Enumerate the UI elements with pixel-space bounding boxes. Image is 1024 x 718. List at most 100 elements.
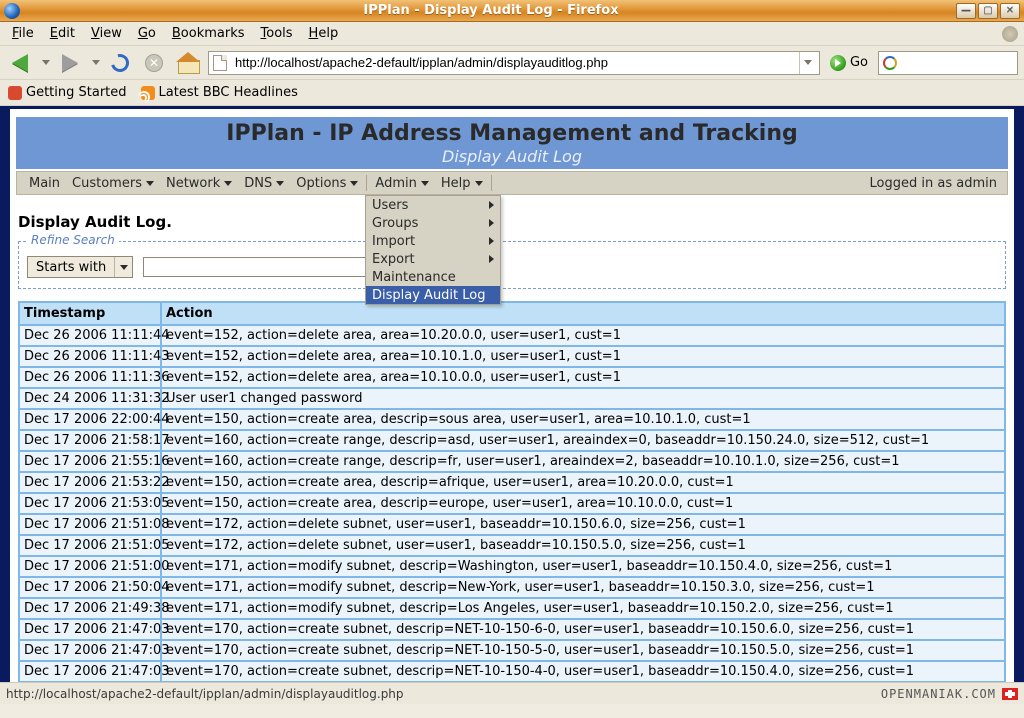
admin-dropdown-item[interactable]: Display Audit Log bbox=[366, 286, 500, 304]
appmenu-help[interactable]: Help bbox=[435, 176, 489, 191]
arrow-left-icon bbox=[12, 54, 28, 72]
table-row: Dec 26 2006 11:11:43event=152, action=de… bbox=[20, 345, 1004, 366]
refine-mode-select[interactable]: Starts with bbox=[27, 256, 133, 278]
table-row: Dec 17 2006 21:47:03event=170, action=cr… bbox=[20, 618, 1004, 639]
dropdown-item-label: Import bbox=[372, 234, 415, 249]
cell-timestamp: Dec 26 2006 11:11:44 bbox=[20, 326, 162, 345]
cell-action: event=170, action=create subnet, descrip… bbox=[162, 662, 1004, 681]
cell-action: event=150, action=create area, descrip=a… bbox=[162, 473, 1004, 492]
appmenu-dns[interactable]: DNS bbox=[238, 176, 290, 191]
cell-timestamp: Dec 17 2006 21:49:38 bbox=[20, 599, 162, 618]
admin-dropdown-item[interactable]: Import bbox=[366, 232, 500, 250]
chevron-down-icon bbox=[804, 60, 812, 65]
home-button[interactable] bbox=[174, 50, 202, 76]
page-viewport: IPPlan - IP Address Management and Track… bbox=[0, 106, 1024, 682]
cell-timestamp: Dec 17 2006 21:55:16 bbox=[20, 452, 162, 471]
cell-action: event=152, action=delete area, area=10.1… bbox=[162, 368, 1004, 387]
url-history-dropdown[interactable] bbox=[799, 52, 815, 74]
table-row: Dec 26 2006 11:11:44event=152, action=de… bbox=[20, 324, 1004, 345]
table-row: Dec 17 2006 21:47:03event=170, action=cr… bbox=[20, 639, 1004, 660]
admin-dropdown-item[interactable]: Groups bbox=[366, 214, 500, 232]
dropdown-item-label: Export bbox=[372, 252, 415, 267]
menu-go[interactable]: Go bbox=[132, 24, 162, 43]
menu-file[interactable]: File bbox=[6, 24, 40, 43]
table-row: Dec 17 2006 21:53:22event=150, action=cr… bbox=[20, 471, 1004, 492]
cell-action: event=171, action=modify subnet, descrip… bbox=[162, 599, 1004, 618]
cell-action: event=172, action=delete subnet, user=us… bbox=[162, 536, 1004, 555]
cell-timestamp: Dec 17 2006 21:47:03 bbox=[20, 620, 162, 639]
brand: OPENMANIAK.COM bbox=[881, 687, 1018, 701]
cell-timestamp: Dec 26 2006 11:11:36 bbox=[20, 368, 162, 387]
refine-legend: Refine Search bbox=[27, 233, 119, 247]
cell-timestamp: Dec 17 2006 22:00:44 bbox=[20, 410, 162, 429]
section-title: Display Audit Log. bbox=[18, 213, 1006, 231]
table-header-row: Timestamp Action bbox=[20, 303, 1004, 324]
browser-statusbar: http://localhost/apache2-default/ipplan/… bbox=[0, 682, 1024, 704]
refine-mode-value: Starts with bbox=[28, 260, 114, 275]
go-label[interactable]: Go bbox=[850, 55, 868, 70]
window-close-button[interactable]: ✕ bbox=[1000, 3, 1020, 19]
table-row: Dec 17 2006 21:55:16event=160, action=cr… bbox=[20, 450, 1004, 471]
appmenu-customers[interactable]: Customers bbox=[66, 176, 160, 191]
cell-action: event=172, action=delete subnet, user=us… bbox=[162, 515, 1004, 534]
cell-action: event=150, action=create area, descrip=e… bbox=[162, 494, 1004, 513]
bookmark-getting-started[interactable]: Getting Started bbox=[8, 85, 127, 100]
table-row: Dec 17 2006 21:51:05event=172, action=de… bbox=[20, 534, 1004, 555]
chevron-down-icon bbox=[350, 181, 358, 186]
cell-timestamp: Dec 17 2006 21:51:08 bbox=[20, 515, 162, 534]
chevron-down-icon bbox=[475, 181, 483, 186]
app-menubar: Main Customers Network DNS Options Admin… bbox=[16, 171, 1008, 195]
reload-button[interactable] bbox=[106, 50, 134, 76]
bookmark-latest-bbc[interactable]: Latest BBC Headlines bbox=[141, 85, 298, 100]
go-button-icon[interactable] bbox=[830, 55, 846, 71]
forward-button bbox=[56, 50, 84, 76]
window-maximize-button[interactable]: ▢ bbox=[978, 3, 998, 19]
admin-dropdown-item[interactable]: Maintenance bbox=[366, 268, 500, 286]
bookmarks-toolbar: Getting Started Latest BBC Headlines bbox=[0, 80, 1024, 106]
menu-help[interactable]: Help bbox=[303, 24, 345, 43]
appmenu-options[interactable]: Options bbox=[290, 176, 364, 191]
bookmark-label: Latest BBC Headlines bbox=[159, 85, 298, 100]
menu-bookmarks[interactable]: Bookmarks bbox=[166, 24, 251, 43]
admin-dropdown: Users Groups Import ExportMaintenanceDispla… bbox=[365, 195, 501, 305]
firefox-icon bbox=[4, 3, 20, 19]
search-engine-icon[interactable] bbox=[883, 56, 897, 70]
url-bar[interactable] bbox=[208, 51, 820, 75]
back-button[interactable] bbox=[6, 50, 34, 76]
appmenu-admin[interactable]: Admin bbox=[369, 176, 434, 191]
window-minimize-button[interactable]: — bbox=[956, 3, 976, 19]
table-row: Dec 17 2006 21:53:05event=150, action=cr… bbox=[20, 492, 1004, 513]
app-title: IPPlan - IP Address Management and Track… bbox=[17, 121, 1007, 146]
chevron-right-icon bbox=[489, 219, 494, 227]
menu-edit[interactable]: Edit bbox=[44, 24, 81, 43]
admin-dropdown-item[interactable]: Export bbox=[366, 250, 500, 268]
browser-menubar: File Edit View Go Bookmarks Tools Help bbox=[0, 22, 1024, 46]
bookmark-icon bbox=[8, 86, 22, 100]
appmenu-main[interactable]: Main bbox=[23, 176, 66, 191]
chevron-down-icon bbox=[146, 181, 154, 186]
app-subtitle: Display Audit Log bbox=[17, 147, 1007, 166]
table-row: Dec 24 2006 11:31:32User user1 changed p… bbox=[20, 387, 1004, 408]
admin-dropdown-item[interactable]: Users bbox=[366, 196, 500, 214]
chevron-down-icon bbox=[421, 181, 429, 186]
menu-view[interactable]: View bbox=[85, 24, 128, 43]
separator bbox=[491, 175, 492, 191]
window-title: IPPlan - Display Audit Log - Firefox bbox=[26, 3, 956, 18]
col-action: Action bbox=[162, 303, 1004, 324]
browser-nav-toolbar: ✕ Go bbox=[0, 46, 1024, 80]
menu-tools[interactable]: Tools bbox=[255, 24, 299, 43]
search-box[interactable] bbox=[878, 51, 1018, 75]
cell-action: event=170, action=create subnet, descrip… bbox=[162, 620, 1004, 639]
back-history-caret-icon[interactable] bbox=[42, 60, 50, 65]
stop-icon: ✕ bbox=[145, 54, 163, 72]
cell-timestamp: Dec 26 2006 11:11:43 bbox=[20, 347, 162, 366]
url-input[interactable] bbox=[233, 54, 793, 71]
login-status: Logged in as admin bbox=[870, 176, 1001, 191]
appmenu-network[interactable]: Network bbox=[160, 176, 238, 191]
cell-action: User user1 changed password bbox=[162, 389, 1004, 408]
arrow-right-icon bbox=[62, 54, 78, 72]
dropdown-item-label: Groups bbox=[372, 216, 418, 231]
cell-action: event=160, action=create range, descrip=… bbox=[162, 452, 1004, 471]
chevron-right-icon bbox=[489, 201, 494, 209]
cell-timestamp: Dec 24 2006 11:31:32 bbox=[20, 389, 162, 408]
